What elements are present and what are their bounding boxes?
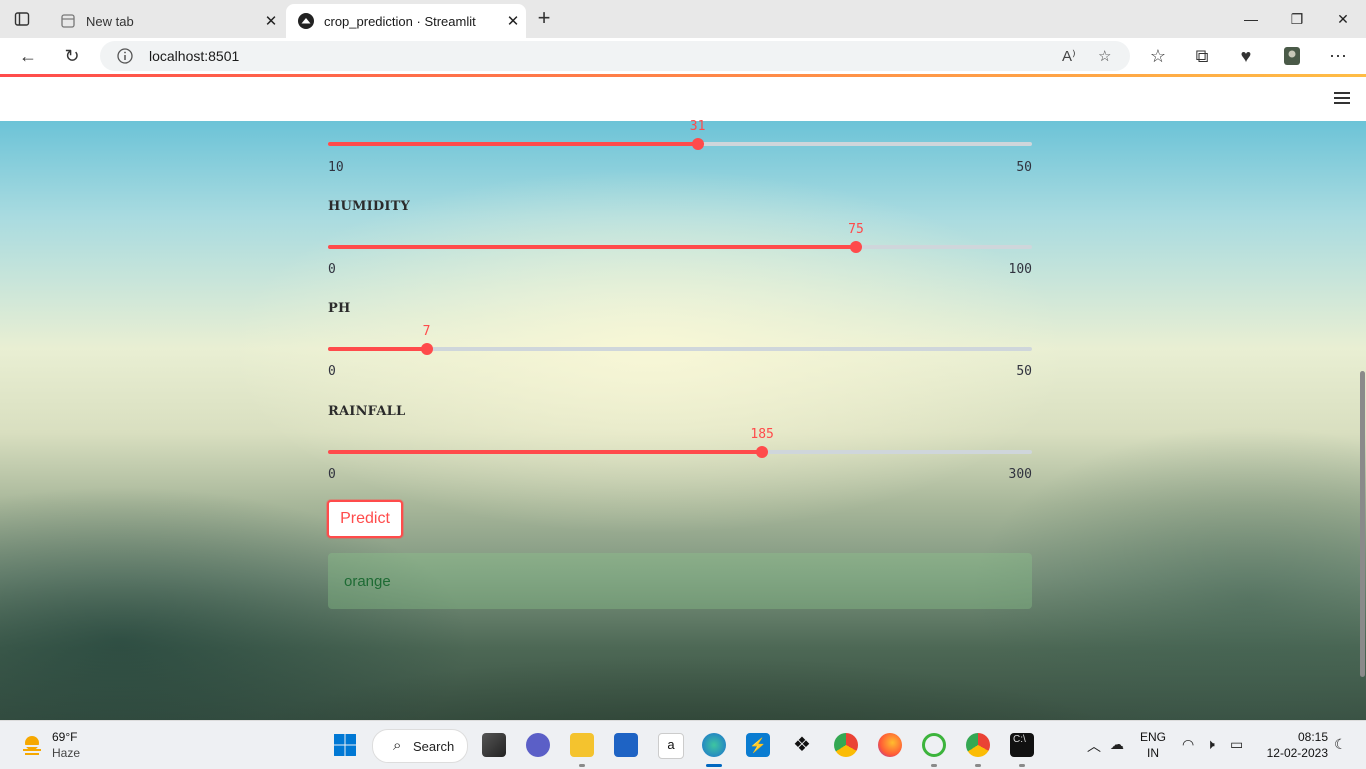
slider-max: 50 (1016, 160, 1032, 175)
slider-fill (328, 450, 763, 454)
new-tab-icon (61, 14, 75, 28)
windows-start-icon[interactable] (333, 733, 357, 757)
slider-thumb[interactable] (420, 343, 433, 355)
firefox-icon[interactable] (878, 733, 902, 757)
slider-humidity[interactable]: 75 (328, 222, 1032, 253)
slider-temperature[interactable]: 31 (328, 119, 1032, 150)
taskbar-search[interactable]: ⌕ Search (372, 729, 468, 763)
new-tab-button[interactable]: + (534, 7, 554, 29)
sync-app-icon[interactable] (922, 733, 946, 757)
browser-essentials-icon[interactable]: ♥ (1235, 46, 1257, 66)
prediction-result-box: orange (328, 553, 1032, 609)
slider-min: 0 (328, 364, 336, 379)
profile-avatar[interactable] (1281, 46, 1303, 66)
wifi-icon[interactable]: ◠ (1182, 736, 1194, 753)
slider-value: 185 (750, 427, 774, 442)
slider-thumb[interactable] (691, 138, 704, 150)
slider-min: 0 (328, 262, 336, 277)
address-bar[interactable]: localhost:8501 A⁾ ☆ (100, 41, 1130, 71)
task-view-icon[interactable] (482, 733, 506, 757)
scrollbar-thumb[interactable] (1360, 371, 1365, 677)
streamlit-header (0, 77, 1366, 121)
slider-max: 300 (1008, 467, 1032, 482)
url-text[interactable]: localhost:8501 (149, 48, 239, 64)
battery-icon[interactable]: ▭ (1230, 736, 1243, 753)
slider-max: 100 (1008, 262, 1032, 277)
read-aloud-icon[interactable]: A⁾ (1062, 47, 1076, 65)
language-line2[interactable]: IN (1138, 746, 1168, 760)
restore-button[interactable]: ❐ (1274, 8, 1320, 30)
slider-thumb[interactable] (850, 241, 862, 253)
clock-date[interactable]: 12-02-2023 (1258, 746, 1328, 760)
favorites-icon[interactable]: ☆ (1147, 46, 1169, 66)
windows-taskbar: 69°F Haze ⌕ Search a ⚡ ❖ C:\ ︿ ☁ ENG IN … (0, 720, 1366, 769)
clock-time[interactable]: 08:15 (1258, 730, 1328, 744)
amazon-icon[interactable]: a (658, 733, 684, 759)
running-indicator (579, 764, 585, 767)
ph-label: PH (328, 301, 351, 316)
slider-ph[interactable]: 7 (328, 324, 1032, 355)
dropbox-icon[interactable]: ❖ (790, 733, 814, 757)
active-app-indicator (706, 764, 722, 767)
streamlit-icon (298, 13, 314, 29)
tab-actions-icon[interactable] (14, 11, 30, 27)
slider-max: 50 (1016, 364, 1032, 379)
onedrive-icon[interactable]: ☁ (1110, 736, 1124, 753)
humidity-label: HUMIDITY (328, 199, 410, 214)
edge-browser-icon[interactable] (702, 733, 726, 757)
tab-new-tab[interactable]: New tab ✕ (48, 4, 284, 38)
slider-value: 7 (422, 324, 431, 339)
chevron-up-icon[interactable]: ︿ (1087, 736, 1101, 756)
chat-icon[interactable] (526, 733, 550, 757)
slider-value: 31 (689, 119, 706, 134)
site-info-icon[interactable] (116, 47, 134, 65)
weather-condition[interactable]: Haze (52, 746, 80, 760)
tab-label: crop_prediction · Streamlit (324, 13, 476, 29)
slider-value: 75 (848, 222, 864, 237)
running-indicator (975, 764, 981, 767)
slider-fill (328, 142, 698, 146)
browser-toolbar: ← ↻ localhost:8501 A⁾ ☆ ☆ ⧉ ♥ ⋯ (0, 38, 1366, 74)
file-explorer-icon[interactable] (570, 733, 594, 757)
microsoft-store-icon[interactable] (614, 733, 638, 757)
slider-rainfall[interactable]: 185 (328, 427, 1032, 458)
slider-fill (328, 347, 427, 351)
chrome-profile-icon[interactable] (966, 733, 990, 757)
hamburger-menu-icon[interactable] (1334, 92, 1350, 106)
speaker-muted-icon[interactable]: 🕨 (1206, 736, 1215, 753)
predict-button[interactable]: Predict (327, 500, 403, 538)
tab-crop-prediction[interactable]: crop_prediction · Streamlit ✕ (286, 4, 526, 38)
window-close-button[interactable]: ✕ (1320, 8, 1366, 30)
slider-min: 10 (328, 160, 344, 175)
app-content (0, 121, 1366, 720)
notifications-icon[interactable]: ☾ (1334, 736, 1347, 753)
haze-weather-icon[interactable] (20, 733, 44, 757)
language-line1[interactable]: ENG (1138, 730, 1168, 744)
chrome-icon[interactable] (834, 733, 858, 757)
powershell-icon[interactable]: ⚡ (746, 733, 770, 757)
back-icon[interactable]: ← (17, 46, 39, 66)
more-menu-icon[interactable]: ⋯ (1327, 46, 1349, 66)
rainfall-label: RAINFALL (328, 404, 406, 419)
close-tab-icon[interactable]: ✕ (500, 12, 526, 30)
weather-temperature[interactable]: 69°F (52, 730, 77, 744)
collections-icon[interactable]: ⧉ (1191, 46, 1213, 66)
minimize-button[interactable]: — (1228, 8, 1274, 30)
slider-fill (328, 245, 856, 249)
running-indicator (931, 764, 937, 767)
tab-label: New tab (86, 13, 134, 29)
page-scrollbar[interactable] (1360, 121, 1366, 720)
search-label: Search (413, 739, 455, 754)
slider-min: 0 (328, 467, 336, 482)
search-icon: ⌕ (393, 737, 402, 754)
refresh-icon[interactable]: ↻ (61, 46, 83, 66)
browser-titlebar: New tab ✕ crop_prediction · Streamlit ✕ … (0, 0, 1366, 38)
prediction-result-text: orange (344, 573, 391, 590)
terminal-icon[interactable]: C:\ (1010, 733, 1034, 757)
running-indicator (1019, 764, 1025, 767)
add-favorite-icon[interactable]: ☆ (1098, 47, 1111, 65)
close-tab-icon[interactable]: ✕ (258, 12, 284, 30)
